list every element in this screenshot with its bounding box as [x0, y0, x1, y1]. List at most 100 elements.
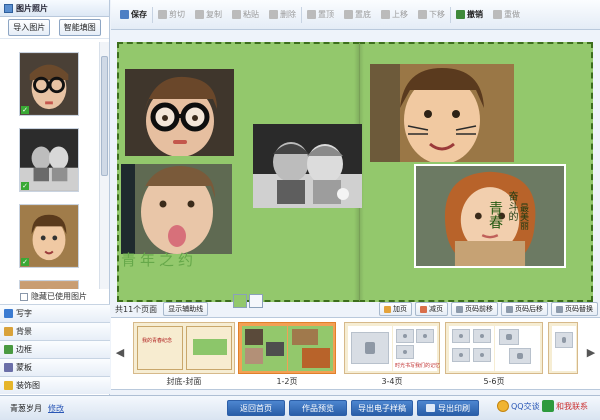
contact-us-link[interactable]: 和我联系: [542, 400, 588, 412]
page-thumb-1-2[interactable]: [238, 322, 336, 374]
undo-button[interactable]: 撤销: [451, 5, 488, 25]
hide-used-option[interactable]: 隐藏已使用图片: [20, 291, 87, 302]
photo-placeholder-icon: [396, 345, 414, 359]
send-bottom-icon: [344, 10, 353, 19]
category-label: 蒙板: [16, 363, 32, 372]
page-thumb-cover[interactable]: 我的青春纪念: [133, 322, 235, 374]
preview-button[interactable]: 作品预览: [289, 400, 347, 416]
scrollbar-thumb[interactable]: [101, 56, 108, 176]
import-photos-button[interactable]: 导入图片: [8, 19, 51, 36]
qq-chat-link[interactable]: QQ交谈: [497, 400, 540, 412]
smart-fill-button[interactable]: 智能填图: [58, 19, 101, 36]
delete-label: 删除: [280, 10, 296, 19]
delete-page-icon: [420, 305, 427, 313]
album-title-line1[interactable]: 奋斗的: [505, 191, 517, 221]
cut-label: 剪切: [169, 10, 185, 19]
add-page-button[interactable]: 加页: [379, 302, 412, 316]
save-button[interactable]: 保存: [115, 5, 152, 25]
photo-boy-tongue[interactable]: [121, 164, 232, 254]
redo-button[interactable]: 重做: [488, 5, 525, 25]
photos-panel-title: 图片照片: [16, 3, 48, 13]
move-down-button[interactable]: 下移: [413, 5, 450, 25]
send-to-bottom-button[interactable]: 置底: [339, 5, 376, 25]
edit-name-link[interactable]: 修改: [48, 403, 64, 414]
category-label: 装饰图: [16, 381, 40, 390]
page-caption-text: 时光书写我们的记忆: [395, 363, 441, 369]
used-check-icon: ✓: [21, 258, 29, 266]
photo-placeholder-icon: [473, 348, 491, 362]
swap-page-label: 页码替换: [565, 305, 593, 313]
delete-button[interactable]: 删除: [264, 5, 301, 25]
copy-button[interactable]: 复制: [190, 5, 227, 25]
used-check-icon: ✓: [21, 106, 29, 114]
photo-placeholder-icon: [509, 348, 531, 364]
export-ebook-button[interactable]: 导出电子样稿: [351, 400, 413, 416]
hide-used-checkbox[interactable]: [20, 292, 28, 301]
cut-button[interactable]: 剪切: [153, 5, 190, 25]
thumbnail-scrollbar[interactable]: [99, 42, 109, 289]
photo-girl-whiskers[interactable]: [370, 64, 514, 162]
home-button[interactable]: 返回首页: [227, 400, 285, 416]
paste-button[interactable]: 粘贴: [227, 5, 264, 25]
photo-image: [121, 164, 232, 254]
save-icon: [120, 10, 129, 19]
swap-page-button[interactable]: 页码替换: [551, 302, 598, 316]
contact-us-label: 和我联系: [556, 401, 588, 411]
text-T-icon: [4, 309, 13, 318]
pages-strip-toolbar: 共11个页面 显示辅助线 加页 减页 页码前移 页码后移 页码替换: [111, 302, 600, 316]
delete-page-button[interactable]: 减页: [415, 302, 448, 316]
strip-prev-arrow-icon[interactable]: ◀: [113, 332, 127, 372]
qq-chat-label: QQ交谈: [511, 401, 540, 411]
add-page-icon: [384, 305, 391, 313]
main-toolbar: 保存 剪切 复制 粘贴 删除 置顶 置底 上移 下移 撤销 重做: [111, 0, 600, 30]
photo-thumbnail[interactable]: ✓: [19, 128, 79, 192]
move-page-back-button[interactable]: 页码后移: [501, 302, 548, 316]
photos-panel-header: 图片照片: [0, 0, 109, 17]
redo-icon: [493, 10, 502, 19]
bring-to-top-button[interactable]: 置顶: [302, 5, 339, 25]
photo-placeholder-icon: [555, 332, 573, 348]
export-print-button[interactable]: 导出印刷: [417, 400, 479, 416]
add-page-label: 加页: [393, 305, 407, 313]
swap-icon: [556, 305, 563, 313]
category-decoration[interactable]: 装饰图: [0, 376, 110, 394]
save-label: 保存: [131, 10, 147, 19]
move-up-button[interactable]: 上移: [376, 5, 413, 25]
category-list: 写字 背景 边框 蒙板 装饰图: [0, 304, 110, 394]
photo-kids-kiss[interactable]: [253, 124, 362, 208]
redo-label: 重做: [504, 10, 520, 19]
copy-icon: [195, 10, 204, 19]
category-mask[interactable]: 蒙板: [0, 358, 110, 376]
page-thumb-next-partial[interactable]: [548, 322, 578, 374]
page-watermark-text[interactable]: 青年之约: [121, 249, 197, 270]
page-label-cover: 封底-封面: [166, 377, 202, 386]
photo-thumbnail[interactable]: ✓: [19, 52, 79, 116]
album-title-line3[interactable]: 最美丽: [517, 203, 529, 230]
photo-boy-glasses[interactable]: [125, 69, 234, 156]
copy-label: 复制: [206, 10, 222, 19]
page-thumb-3-4[interactable]: 时光书写我们的记忆: [344, 322, 440, 374]
mini-photo: [266, 342, 284, 356]
strip-next-arrow-icon[interactable]: ▶: [584, 332, 598, 372]
photo-image: [125, 69, 234, 156]
move-front-label: 页码前移: [465, 305, 493, 313]
used-check-icon: ✓: [21, 182, 29, 190]
category-text[interactable]: 写字: [0, 304, 110, 322]
trash-icon: [269, 10, 278, 19]
category-label: 写字: [16, 309, 32, 318]
paste-icon: [232, 10, 241, 19]
page-label-1-2: 1-2页: [276, 377, 298, 386]
move-page-front-button[interactable]: 页码前移: [451, 302, 498, 316]
show-assist-lines-button[interactable]: 显示辅助线: [163, 302, 209, 316]
left-panel-actions: 导入图片 智能填图: [0, 17, 109, 39]
photo-thumbnail[interactable]: [19, 280, 79, 289]
category-background[interactable]: 背景: [0, 322, 110, 340]
bring-top-icon: [307, 10, 316, 19]
category-frame[interactable]: 边框: [0, 340, 110, 358]
page-thumb-5-6[interactable]: [445, 322, 543, 374]
photo-thumbnail[interactable]: ✓: [19, 204, 79, 268]
photo-thumbnail-list: ✓ ✓ ✓: [0, 42, 110, 289]
album-title-line2[interactable]: 青春: [487, 201, 503, 229]
cover-thumb-text: 我的青春纪念: [142, 338, 173, 344]
mini-photo: [292, 329, 318, 345]
